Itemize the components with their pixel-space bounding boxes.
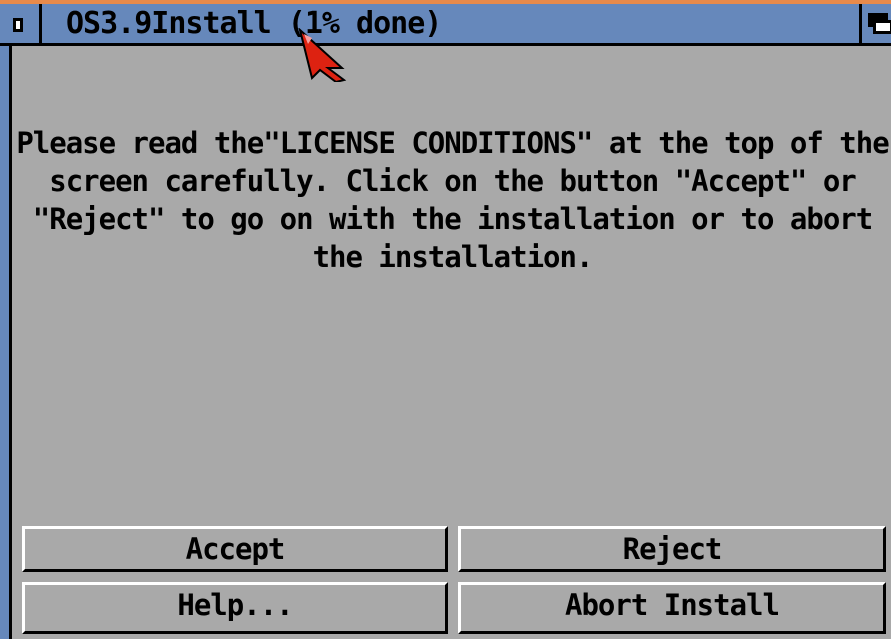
accept-button[interactable]: Accept xyxy=(22,526,448,572)
abort-install-button[interactable]: Abort Install xyxy=(458,582,886,634)
window-title: OS3.9Install (1% done) xyxy=(66,6,442,41)
title-bar[interactable]: OS3.9Install (1% done) xyxy=(0,4,891,46)
help-button[interactable]: Help... xyxy=(22,582,448,634)
installer-window: OS3.9Install (1% done) Please read the"L… xyxy=(0,4,891,639)
depth-front-square xyxy=(873,20,891,34)
close-knob xyxy=(13,18,23,32)
mouse-pointer-icon xyxy=(298,28,347,82)
reject-button[interactable]: Reject xyxy=(458,526,886,572)
depth-arrange-icon[interactable] xyxy=(859,4,891,43)
license-message: Please read the"LICENSE CONDITIONS" at t… xyxy=(16,126,889,274)
window-left-border xyxy=(0,46,12,639)
close-icon[interactable] xyxy=(0,4,42,43)
